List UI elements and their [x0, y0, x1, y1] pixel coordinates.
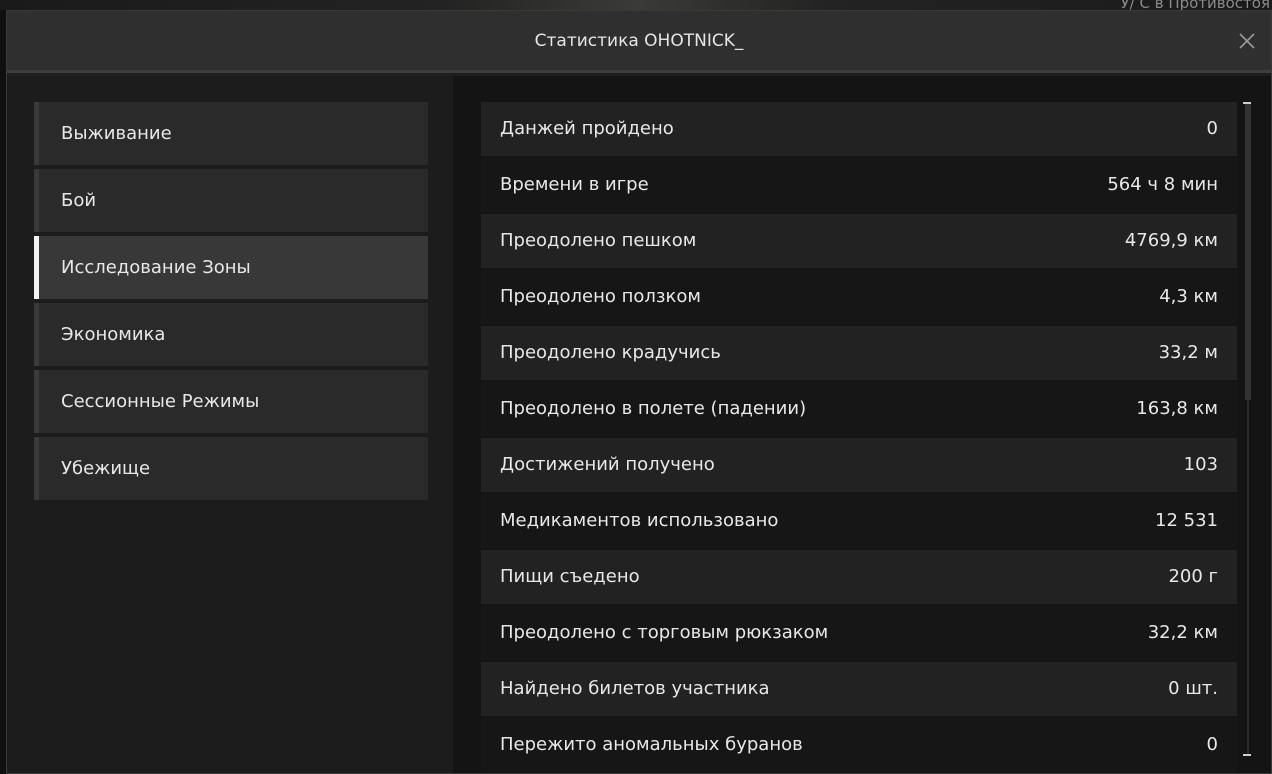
- stat-row: Данжей пройдено 0: [481, 102, 1237, 156]
- stat-label: Достижений получено: [500, 454, 715, 475]
- stat-label: Найдено билетов участника: [500, 678, 770, 699]
- stat-row: Медикаментов использовано 12 531: [481, 494, 1237, 548]
- stat-row: Пережито аномальных буранов 0: [481, 718, 1237, 772]
- category-label: Сессионные Режимы: [61, 391, 260, 412]
- stat-value: 32,2 км: [1147, 622, 1218, 643]
- stat-row: Времени в игре 564 ч 8 мин: [481, 158, 1237, 212]
- stat-row: Пищи съедено 200 г: [481, 550, 1237, 604]
- window-title: Статистика OHOTNICK_: [534, 31, 744, 51]
- stat-value: 4769,9 км: [1124, 230, 1218, 251]
- category-label: Убежище: [61, 458, 151, 479]
- stat-label: Преодолено ползком: [500, 286, 701, 307]
- stat-row: Преодолено в полете (падении) 163,8 км: [481, 382, 1237, 436]
- category-survival[interactable]: Выживание: [34, 102, 428, 165]
- stat-value: 33,2 м: [1158, 342, 1218, 363]
- window-body: Выживание Бой Исследование Зоны Экономик…: [7, 76, 1271, 773]
- stat-value: 163,8 км: [1136, 398, 1218, 419]
- category-label: Экономика: [61, 324, 166, 345]
- stat-value: 4,3 км: [1159, 286, 1218, 307]
- category-combat[interactable]: Бой: [34, 169, 428, 232]
- close-icon[interactable]: [1237, 31, 1257, 51]
- background-game-scene: У/ С в Противостоя: [0, 0, 1272, 12]
- stat-row: Достижений получено 103: [481, 438, 1237, 492]
- stat-label: Преодолено в полете (падении): [500, 398, 807, 419]
- stat-label: Медикаментов использовано: [500, 510, 779, 531]
- category-label: Бой: [61, 190, 97, 211]
- stat-value: 103: [1183, 454, 1218, 475]
- category-sidebar: Выживание Бой Исследование Зоны Экономик…: [7, 76, 453, 773]
- stat-label: Пережито аномальных буранов: [500, 734, 803, 755]
- category-label: Исследование Зоны: [61, 257, 251, 278]
- title-bar: Статистика OHOTNICK_: [7, 11, 1271, 73]
- category-session-modes[interactable]: Сессионные Режимы: [34, 370, 428, 433]
- stat-value: 0 шт.: [1168, 678, 1218, 699]
- stat-label: Пищи съедено: [500, 566, 640, 587]
- stat-row: Преодолено с торговым рюкзаком 32,2 км: [481, 606, 1237, 660]
- stat-label: Данжей пройдено: [500, 118, 674, 139]
- stat-value: 12 531: [1155, 510, 1218, 531]
- stat-label: Времени в игре: [500, 174, 649, 195]
- category-zone-exploration[interactable]: Исследование Зоны: [34, 236, 428, 299]
- stat-row: Преодолено крадучись 33,2 м: [481, 326, 1237, 380]
- stat-value: 200 г: [1168, 566, 1218, 587]
- stat-row: Преодолено ползком 4,3 км: [481, 270, 1237, 324]
- category-label: Выживание: [61, 123, 172, 144]
- stats-scrollbar[interactable]: [1243, 102, 1253, 756]
- scrollbar-top-cap: [1243, 102, 1251, 104]
- category-economy[interactable]: Экономика: [34, 303, 428, 366]
- stat-value: 564 ч 8 мин: [1107, 174, 1218, 195]
- stat-label: Преодолено крадучись: [500, 342, 721, 363]
- stat-value: 0: [1206, 118, 1218, 139]
- stats-panel[interactable]: Данжей пройдено 0 Времени в игре 564 ч 8…: [453, 76, 1271, 773]
- stat-row: Преодолено пешком 4769,9 км: [481, 214, 1237, 268]
- stat-value: 0: [1206, 734, 1218, 755]
- scrollbar-thumb[interactable]: [1245, 104, 1251, 400]
- stat-label: Преодолено пешком: [500, 230, 697, 251]
- scrollbar-bottom-cap: [1243, 754, 1251, 756]
- category-shelter[interactable]: Убежище: [34, 437, 428, 500]
- stat-row: Найдено билетов участника 0 шт.: [481, 662, 1237, 716]
- stat-label: Преодолено с торговым рюкзаком: [500, 622, 829, 643]
- statistics-window: Статистика OHOTNICK_ Выживание Бой Иссле…: [6, 10, 1272, 774]
